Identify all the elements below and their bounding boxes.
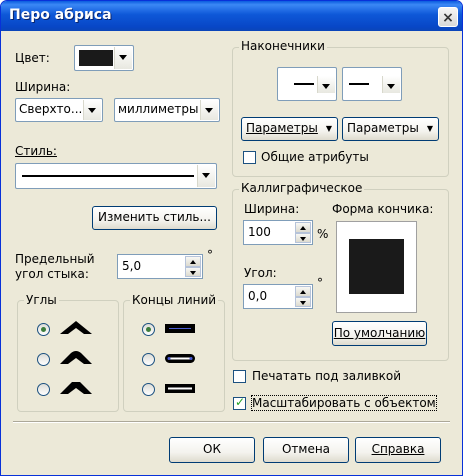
options-label: Параметры — [246, 121, 318, 135]
default-nib-button[interactable]: По умолчанию — [332, 321, 427, 346]
corners-title: Углы — [24, 293, 59, 307]
spin-up-icon[interactable] — [295, 222, 311, 233]
color-label: Цвет: — [15, 51, 50, 65]
color-picker[interactable] — [74, 45, 134, 71]
start-arrow-dropdown[interactable] — [277, 67, 337, 101]
chevron-down-icon — [83, 100, 101, 120]
default-button-label: По умолчанию — [333, 326, 426, 340]
line-caps-title: Концы линий — [130, 293, 219, 307]
miter-limit-value: 5,0 — [122, 259, 142, 273]
nib-angle-spinner[interactable] — [295, 286, 311, 307]
spin-down-icon[interactable] — [185, 266, 201, 277]
miter-label-line1: Предельный — [15, 252, 95, 266]
chevron-down-icon — [114, 47, 132, 69]
triangle-down-icon: ▼ — [325, 124, 332, 133]
square-cap-icon — [165, 384, 195, 393]
chevron-down-icon — [197, 165, 215, 187]
style-label: Стиль: — [15, 144, 57, 158]
nib-shape-preview[interactable] — [336, 221, 417, 313]
bevel-corner-icon — [60, 382, 92, 394]
close-button[interactable]: × — [438, 7, 458, 27]
square-nib-icon — [349, 239, 404, 294]
help-button[interactable]: Справка — [355, 437, 441, 463]
miter-spinner[interactable] — [185, 256, 201, 277]
nib-width-spinner[interactable] — [295, 222, 311, 243]
width-value: Сверхто... — [19, 102, 83, 116]
outline-pen-dialog: Перо абриса × Цвет: Ширина: Сверхто... м… — [0, 0, 463, 476]
nib-width-value: 100 — [248, 225, 271, 239]
help-label: Справка — [371, 442, 425, 456]
arrow-line-preview — [294, 83, 314, 85]
nib-width-input[interactable]: 100 — [243, 220, 313, 245]
behind-fill-label: Печатать под заливкой — [252, 369, 402, 383]
end-arrow-dropdown[interactable] — [342, 67, 402, 101]
shared-attributes-label: Общие атрибуты — [261, 150, 369, 164]
color-swatch — [79, 50, 113, 66]
miter-label-line2: угол стыка: — [15, 267, 89, 281]
units-dropdown[interactable]: миллиметры — [114, 98, 220, 122]
round-corner-icon — [60, 351, 92, 364]
title-bar[interactable]: Перо абриса × — [1, 1, 462, 31]
chevron-down-icon — [317, 76, 335, 93]
width-label: Ширина: — [15, 80, 71, 94]
width-dropdown[interactable]: Сверхто... — [15, 98, 103, 122]
spin-up-icon[interactable] — [185, 256, 201, 267]
miter-degree-sign: ° — [207, 248, 213, 262]
shared-attributes-checkbox[interactable] — [243, 151, 256, 164]
divider — [13, 421, 450, 423]
nib-shape-label: Форма кончика: — [332, 202, 434, 216]
nib-angle-label: Угол: — [244, 266, 277, 280]
arrows-title: Наконечники — [239, 39, 327, 53]
solid-line-preview — [22, 175, 194, 177]
options-label: Параметры — [347, 121, 419, 135]
spin-down-icon[interactable] — [295, 296, 311, 307]
line-style-dropdown[interactable] — [15, 163, 217, 189]
round-cap-icon — [165, 354, 195, 363]
nib-angle-value: 0,0 — [248, 289, 268, 303]
nib-width-label: Ширина: — [244, 202, 300, 216]
spin-down-icon[interactable] — [295, 232, 311, 243]
triangle-down-icon: ▼ — [426, 124, 433, 133]
ok-button[interactable]: ОК — [169, 437, 255, 463]
cap-butt-radio[interactable] — [142, 323, 155, 336]
spin-up-icon[interactable] — [295, 286, 311, 297]
scale-with-object-label: Масштабировать с объектом — [251, 395, 437, 411]
edit-style-button[interactable]: Изменить стиль... — [92, 206, 217, 230]
window-title: Перо абриса — [9, 7, 112, 23]
cap-square-radio[interactable] — [142, 383, 155, 396]
miter-corner-icon — [60, 321, 92, 334]
cancel-button[interactable]: Отмена — [263, 437, 349, 463]
arrow-line-preview — [349, 83, 369, 85]
percent-sign: % — [317, 227, 329, 241]
butt-cap-icon — [165, 324, 195, 333]
calligraphy-title: Каллиграфическое — [239, 181, 365, 195]
chevron-down-icon — [382, 76, 400, 93]
units-value: миллиметры — [118, 102, 199, 116]
chevron-down-icon — [200, 100, 218, 120]
scale-with-object-checkbox[interactable] — [233, 395, 246, 410]
cap-round-radio[interactable] — [142, 353, 155, 366]
miter-limit-input[interactable]: 5,0 — [117, 254, 203, 279]
nib-angle-input[interactable]: 0,0 — [243, 284, 313, 309]
angle-degree-sign: ° — [317, 276, 323, 290]
behind-fill-checkbox[interactable] — [233, 370, 246, 383]
end-arrow-options-button[interactable]: Параметры ▼ — [342, 117, 439, 141]
start-arrow-options-button[interactable]: Параметры ▼ — [241, 117, 338, 141]
corner-round-radio[interactable] — [37, 353, 50, 366]
corner-bevel-radio[interactable] — [37, 383, 50, 396]
corner-miter-radio[interactable] — [37, 323, 50, 336]
